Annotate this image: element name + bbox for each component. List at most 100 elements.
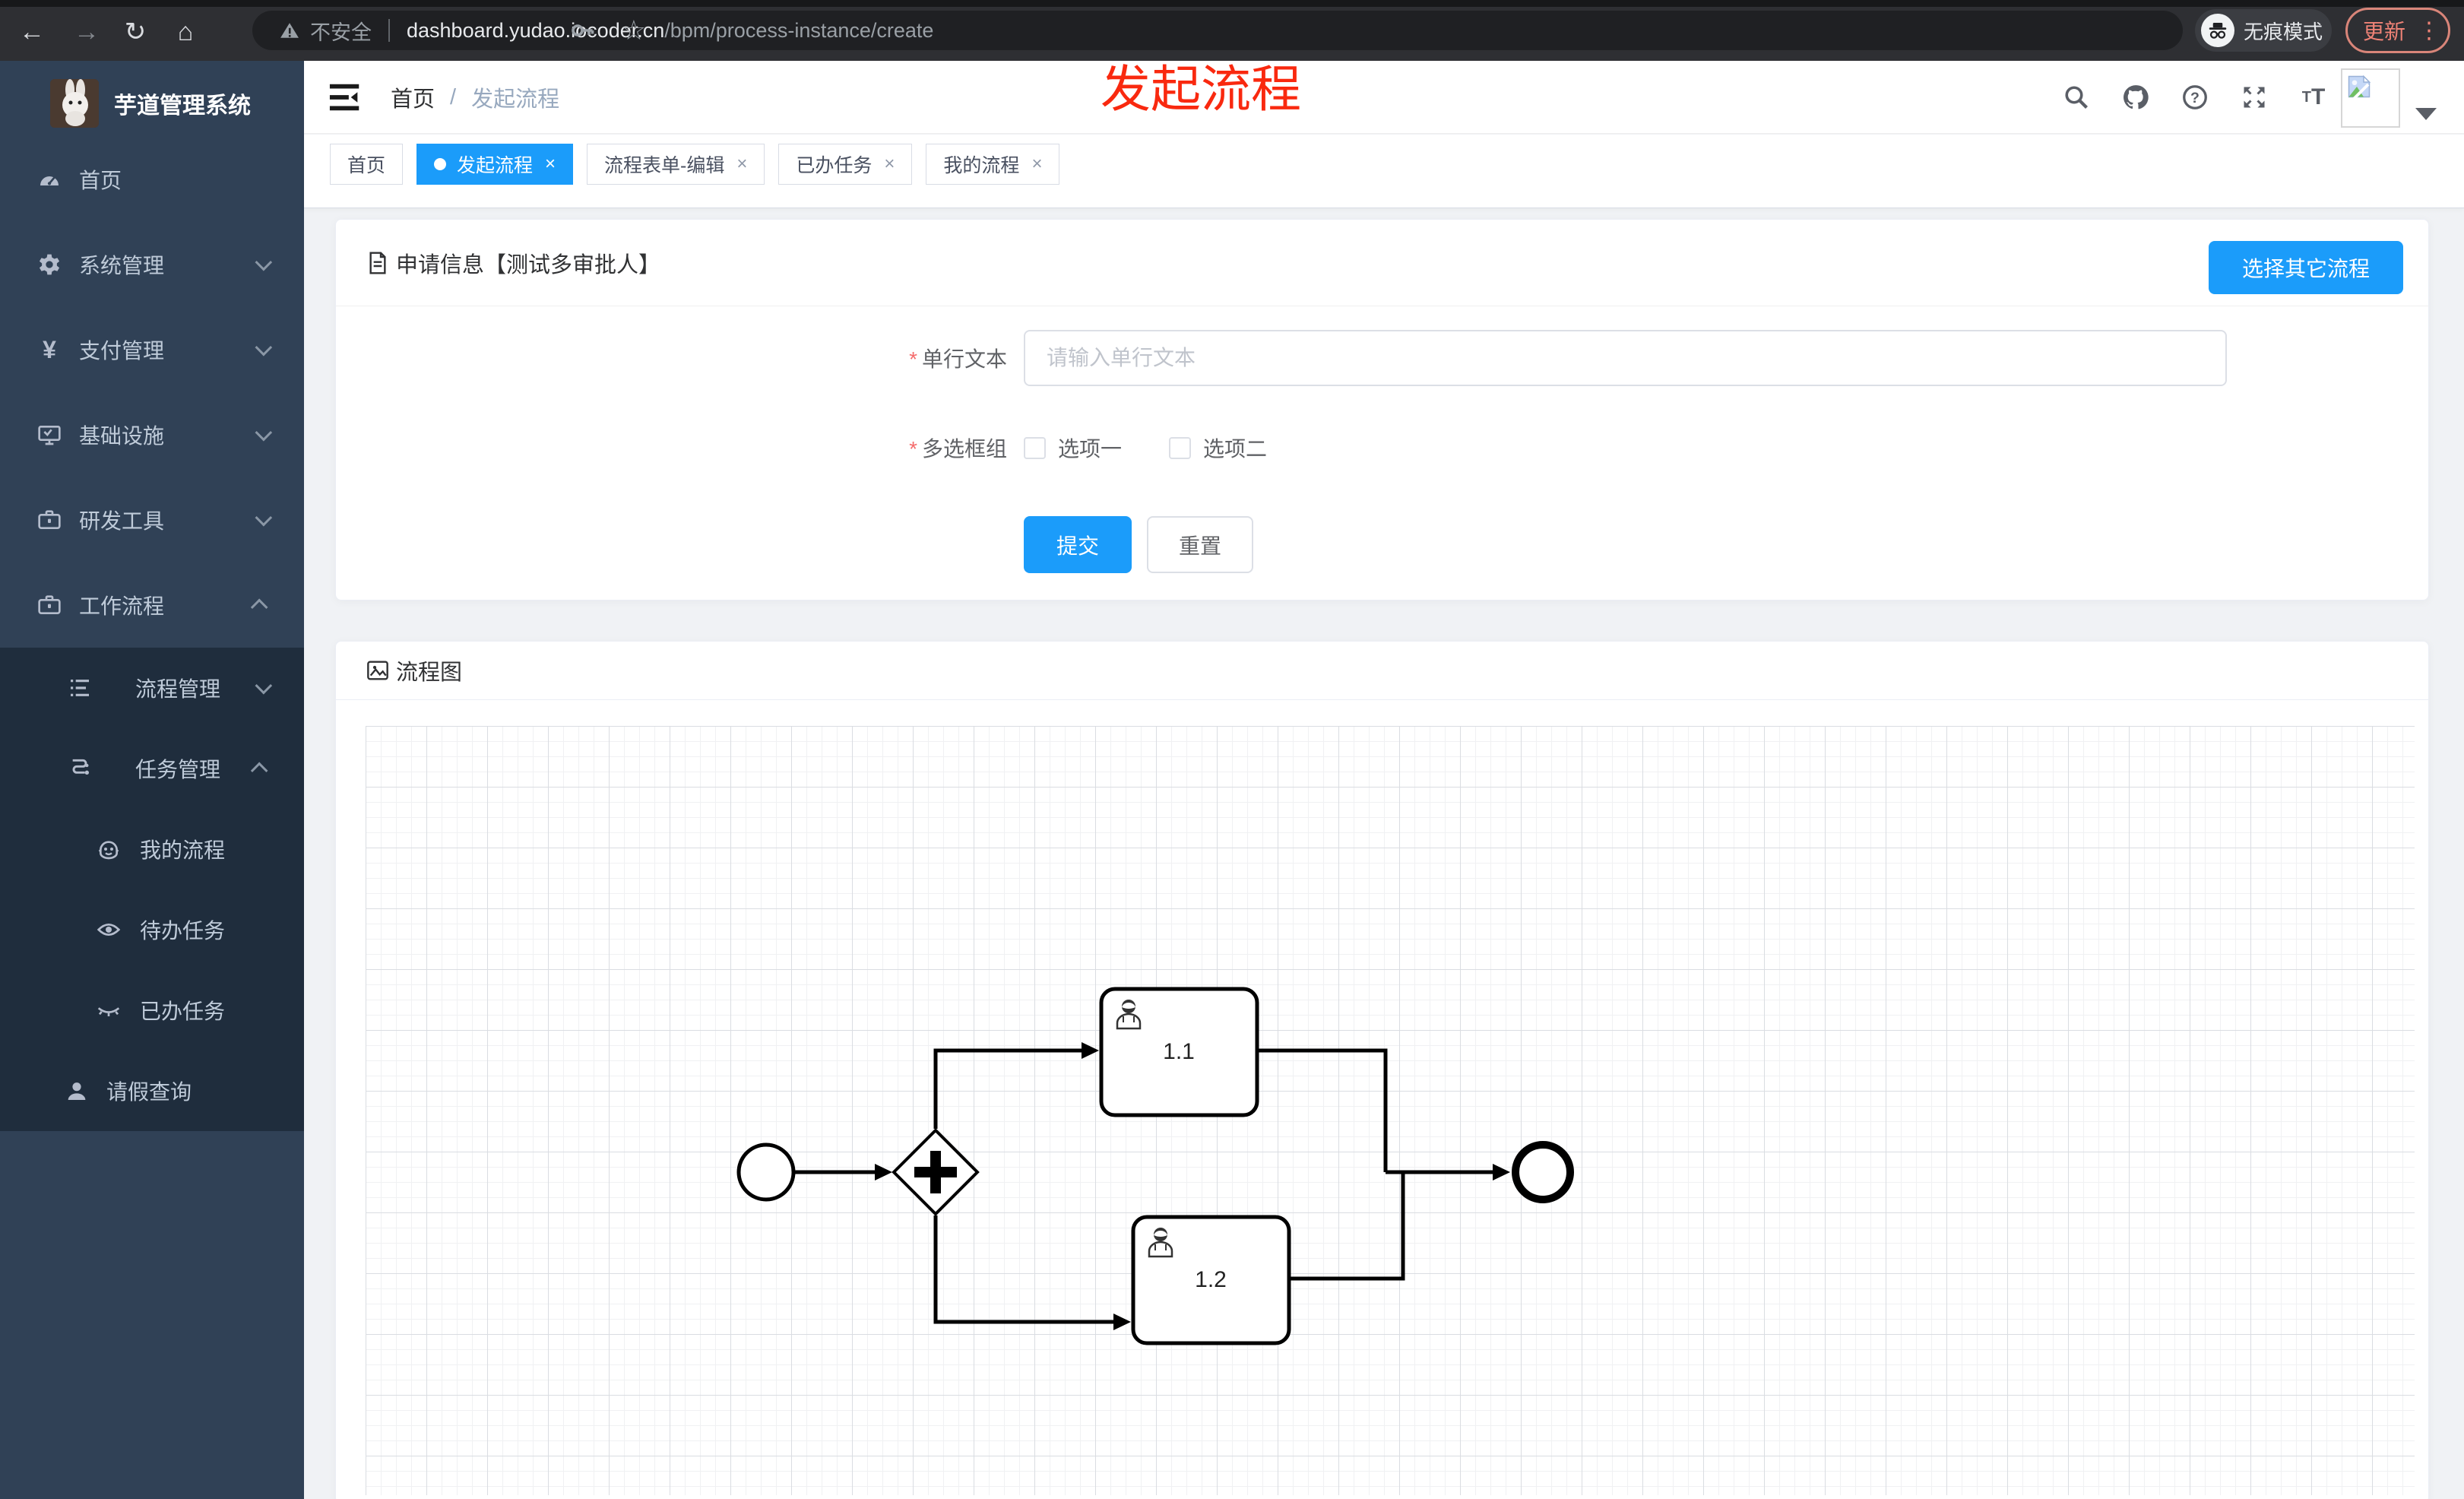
sidebar-item-process-mgmt[interactable]: 流程管理 [0,648,304,728]
logo-rabbit-image [50,79,99,128]
sidebar-item-label: 请假查询 [106,1080,192,1104]
close-icon[interactable]: × [736,154,747,175]
sidebar-item-devtools[interactable]: 研发工具 [0,477,304,563]
chevron-down-icon [255,338,273,357]
sidebar-item-workflow[interactable]: 工作流程 [0,563,304,648]
tab-my-process[interactable]: 我的流程 × [926,144,1060,185]
breadcrumb: 首页 / 发起流程 [391,61,559,134]
face-icon [96,836,122,862]
update-button[interactable]: 更新 ⋮ [2345,8,2450,53]
task-label: 1.2 [1195,1267,1227,1292]
yen-icon: ¥ [43,335,56,363]
svg-text:?: ? [2190,90,2200,106]
process-diagram-card: 流程图 1.1 1.2 [335,641,2429,1499]
reset-button[interactable]: 重置 [1147,516,1253,573]
bookmark-star-icon[interactable]: ☆ [622,17,646,44]
close-icon[interactable]: × [884,154,895,175]
top-navbar: 首页 / 发起流程 ? T T [304,61,2464,134]
tab-home[interactable]: 首页 [330,144,404,185]
checkbox-option-2[interactable] [1169,436,1192,459]
chevron-down-icon [255,253,273,271]
sidebar-item-home[interactable]: 首页 [0,137,304,222]
tags-view-bar: 首页 发起流程 × 流程表单-编辑 × 已办任务 × 我的流程 × [304,135,2464,208]
apply-info-card: 申请信息【测试多审批人】 选择其它流程 *单行文本 *多选框组 [335,219,2429,601]
breadcrumb-separator: / [450,84,457,109]
picture-icon [367,661,388,680]
sidebar-item-payment[interactable]: ¥ 支付管理 [0,307,304,392]
sidebar-item-my-process[interactable]: 我的流程 [0,809,304,889]
close-icon[interactable]: × [545,154,556,175]
document-icon [369,251,386,274]
browser-chrome: ← → ↻ ⌂ 不安全 dashboard.yudao.iocoder.cn /… [0,0,2464,61]
incognito-label: 无痕模式 [2244,20,2323,43]
browser-home-icon[interactable]: ⌂ [170,17,201,47]
sidebar-item-leave-query[interactable]: 请假查询 [0,1051,304,1131]
checkbox-option-1[interactable] [1024,436,1046,459]
dashboard-icon [36,166,62,192]
submit-button[interactable]: 提交 [1024,516,1132,573]
single-line-text-input[interactable] [1024,330,2227,386]
main-area: 首页 / 发起流程 ? T T 首页 发起流程 × 流程表单-编辑 × 已办任务… [304,61,2464,1499]
fullscreen-icon[interactable] [2238,81,2271,114]
bpmn-start-event [736,1142,796,1202]
breadcrumb-home[interactable]: 首页 [391,81,435,113]
sidebar-item-system[interactable]: 系统管理 [0,222,304,307]
breadcrumb-current: 发起流程 [471,87,560,112]
sidebar-item-label: 待办任务 [140,919,226,943]
list-icon [67,675,93,701]
github-icon[interactable] [2119,81,2152,114]
bpmn-canvas[interactable]: 1.1 1.2 [366,726,2415,1495]
sidebar: 芋道管理系统 首页 系统管理 ¥ 支付管理 基础设施 研发工具 工作流程 流程管… [0,61,304,1499]
browser-forward-icon[interactable]: → [71,17,102,47]
eye-closed-icon [96,997,122,1023]
url-divider [388,19,390,42]
chevron-down-icon [255,509,273,527]
avatar-caret-icon[interactable] [2415,108,2437,120]
tab-start-process[interactable]: 发起流程 × [416,144,574,185]
font-size-icon[interactable]: TT [2297,81,2330,114]
checkbox-label[interactable]: 选项一 [1058,433,1122,463]
address-bar[interactable]: 不安全 dashboard.yudao.iocoder.cn /bpm/proc… [252,11,2183,50]
page-content: 申请信息【测试多审批人】 选择其它流程 *单行文本 *多选框组 [304,208,2464,1499]
not-secure-warning-icon [280,23,299,38]
browser-tabstrip [0,0,2464,7]
search-icon[interactable] [2060,81,2093,114]
sidebar-item-label: 流程管理 [135,677,221,701]
incognito-badge: 无痕模式 [2195,9,2332,52]
sidebar-submenu: 流程管理 任务管理 我的流程 待办任务 已办任务 请假查询 [0,648,304,1131]
url-path: /bpm/process-instance/create [664,18,934,42]
sidebar-item-label: 我的流程 [140,838,226,862]
eye-icon [96,917,122,943]
monitor-icon [36,422,62,448]
password-key-icon[interactable] [568,17,596,44]
sidebar-item-label: 支付管理 [79,339,165,363]
broken-image-icon [2348,74,2371,102]
task-label: 1.1 [1163,1039,1195,1064]
sidebar-item-infra[interactable]: 基础设施 [0,392,304,477]
sidebar-item-label: 研发工具 [79,509,165,533]
avatar[interactable] [2341,68,2400,128]
screen: ← → ↻ ⌂ 不安全 dashboard.yudao.iocoder.cn /… [0,0,2464,1499]
browser-back-icon[interactable]: ← [17,17,47,47]
bpmn-end-event [1512,1141,1574,1203]
sidebar-item-task-mgmt[interactable]: 任务管理 [0,728,304,809]
close-icon[interactable]: × [1031,154,1042,175]
choose-other-process-button[interactable]: 选择其它流程 [2209,241,2403,294]
gear-icon [36,252,62,277]
app-title: 芋道管理系统 [114,93,251,119]
browser-reload-icon[interactable]: ↻ [120,17,150,47]
toolbox-icon [36,507,62,533]
tab-form-edit[interactable]: 流程表单-编辑 × [587,144,765,185]
sidebar-item-todo-tasks[interactable]: 待办任务 [0,889,304,970]
checkbox-label[interactable]: 选项二 [1203,433,1267,463]
browser-menu-dots-icon[interactable]: ⋮ [2418,17,2440,44]
sidebar-item-label: 已办任务 [140,1000,226,1023]
sidebar-item-label: 系统管理 [79,254,165,277]
sidebar-item-label: 基础设施 [79,424,165,448]
chevron-up-icon [250,598,268,616]
sidebar-item-done-tasks[interactable]: 已办任务 [0,970,304,1051]
sidebar-collapse-icon[interactable] [328,82,363,113]
field-label-checkbox: * 多选框组 [909,437,1007,461]
help-icon[interactable]: ? [2178,81,2212,114]
tab-done-tasks[interactable]: 已办任务 × [778,144,913,185]
